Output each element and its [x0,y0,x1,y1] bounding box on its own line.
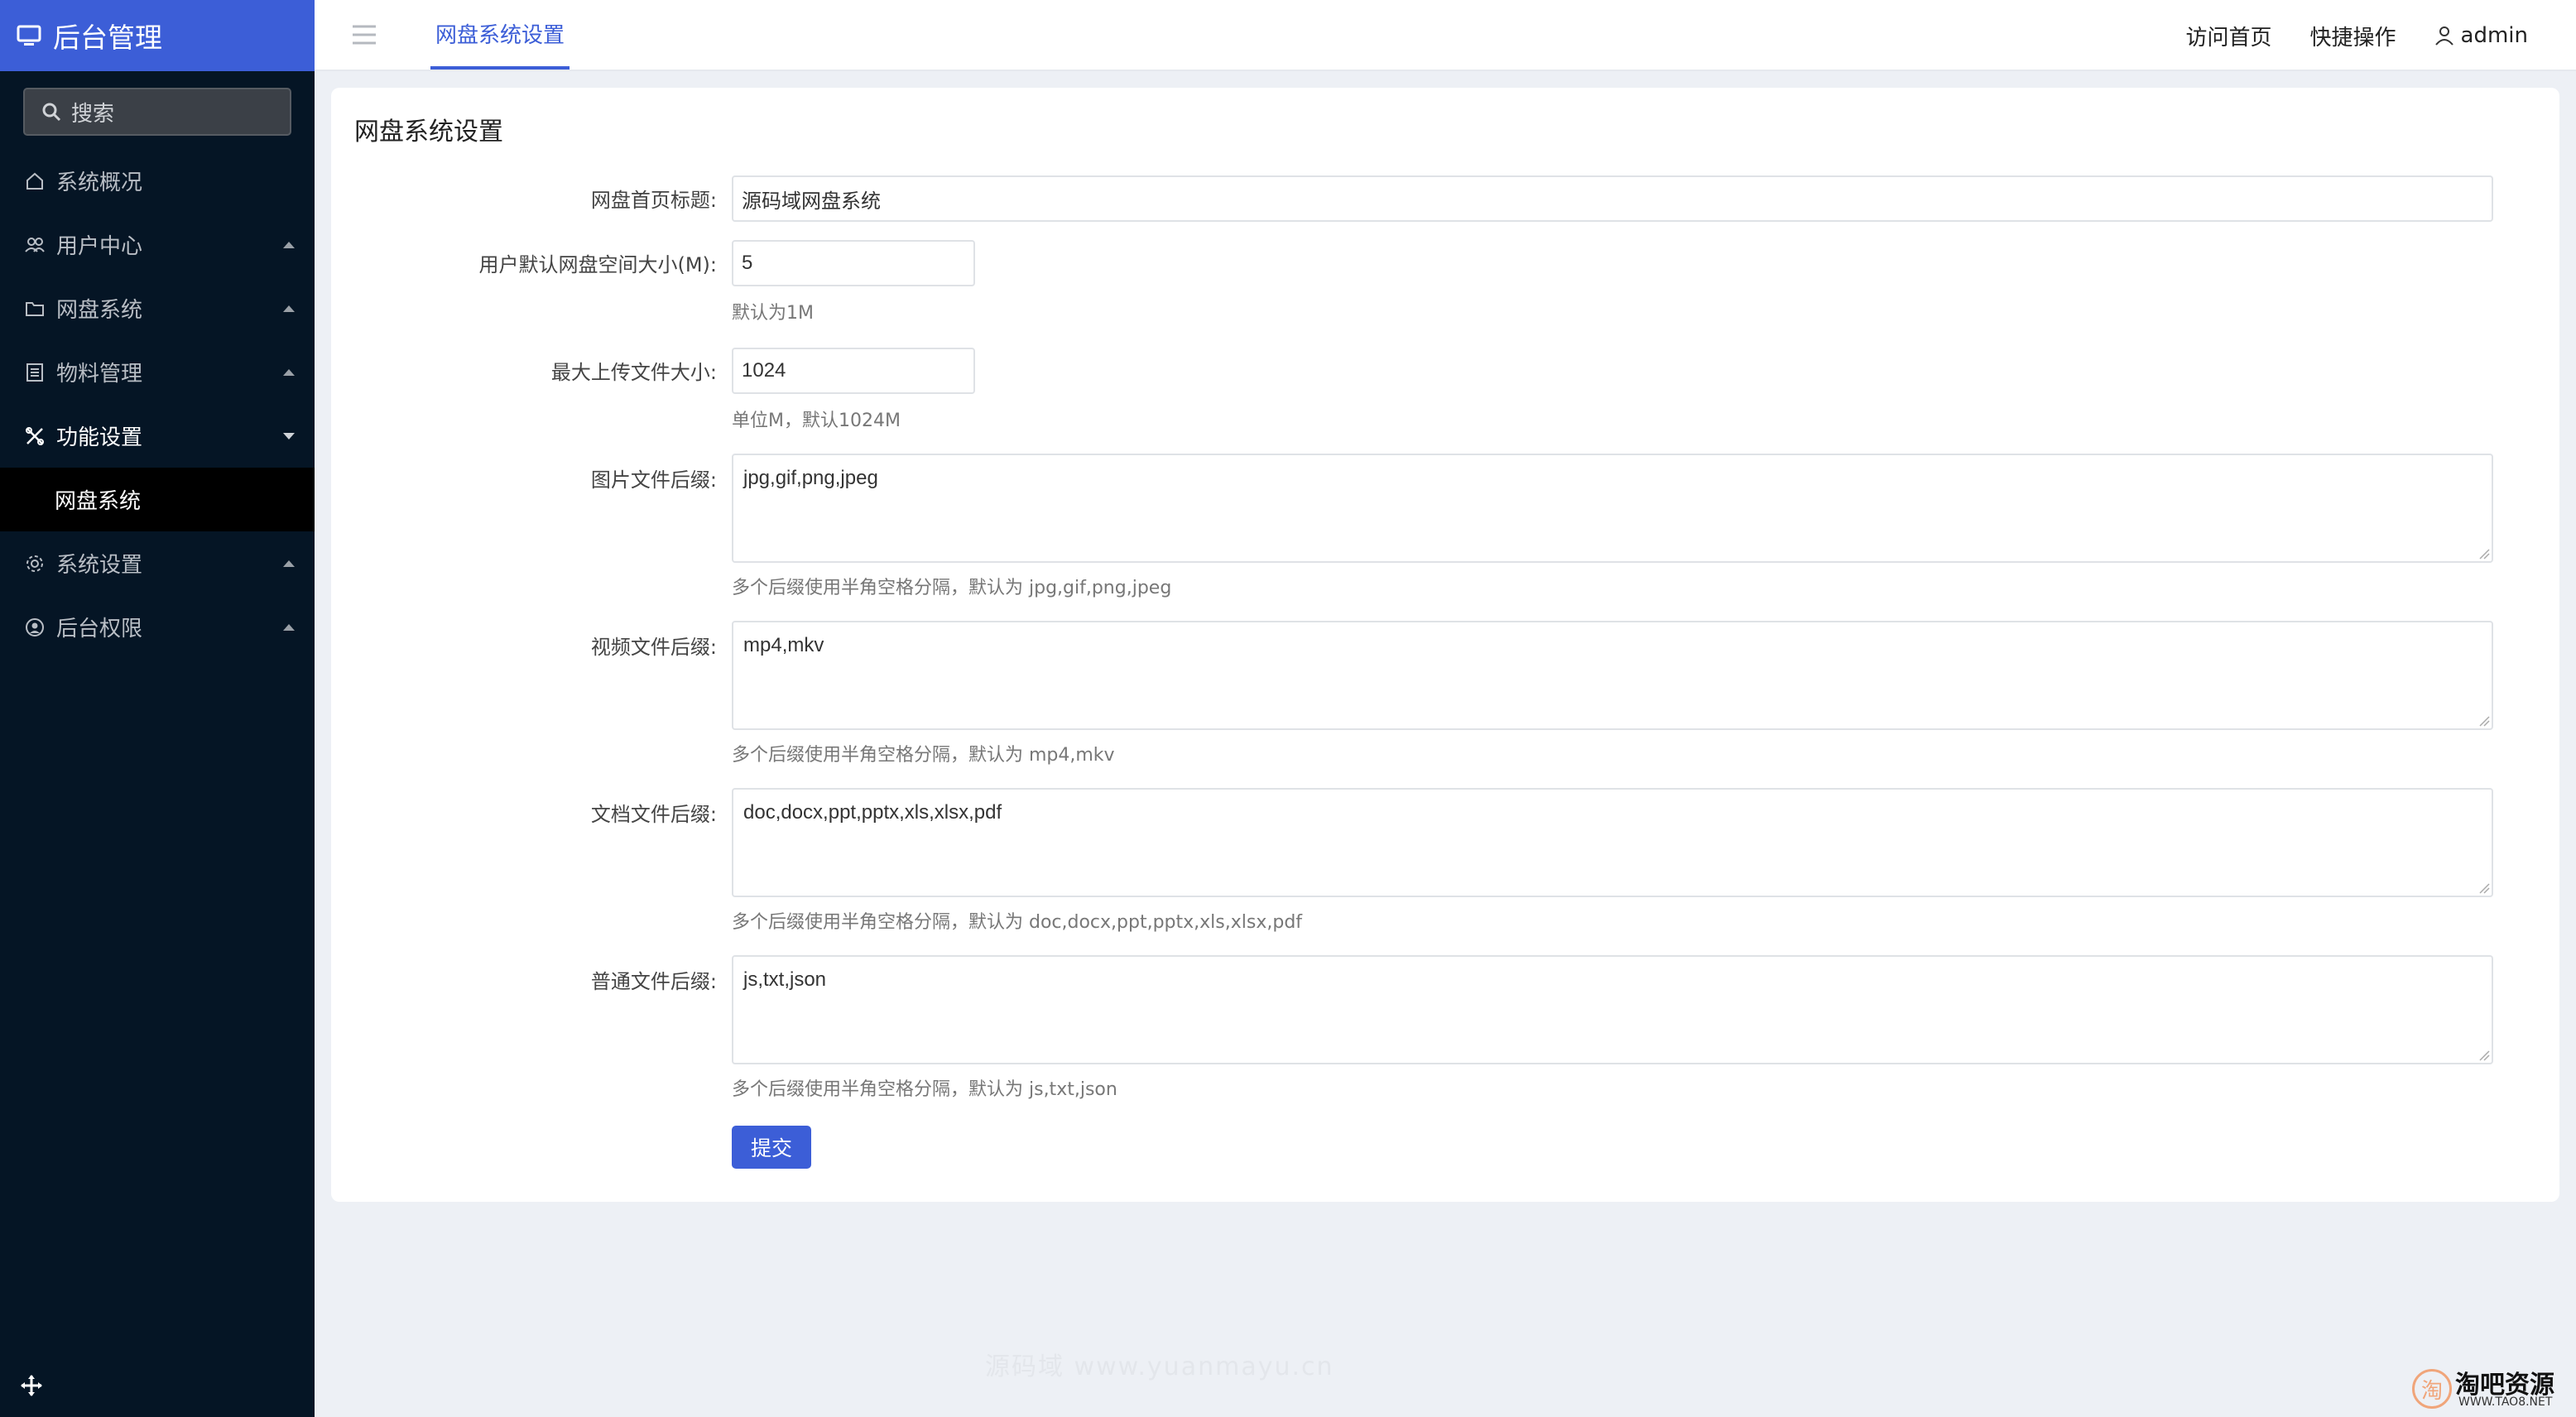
sidebar-menu: 系统概况 用户中心 网盘系统 物料管理 功能设置 网盘系统 系统设置 后台权限 [0,149,315,659]
home-icon [23,170,46,193]
sidebar-item-label: 网盘系统 [56,298,143,323]
resize-grip-icon[interactable] [2478,1050,2490,1061]
watermark: 源码域 www.yuanmayu.cn [985,1352,1334,1381]
visit-home-link[interactable]: 访问首页 [2186,21,2272,51]
video-ext-label: 视频文件后缀: [590,636,717,659]
resize-grip-icon[interactable] [2478,548,2490,560]
brand-title: 后台管理 [53,22,162,54]
sidebar-item-label: 系统设置 [56,553,143,578]
resize-grip-icon[interactable] [2478,882,2490,894]
image-ext-value: jpg,gif,png,jpeg [743,467,878,489]
logo-url: WWW.TAO8.NET [2458,1395,2553,1409]
common-ext-textarea[interactable]: js,txt,json [732,955,2493,1064]
user-menu[interactable]: admin [2434,23,2528,48]
image-ext-hint: 多个后缀使用半角空格分隔，默认为 jpg,gif,png,jpeg [732,578,1172,598]
chevron-down-icon [283,432,295,440]
logo-seal: 淘 [2412,1369,2452,1409]
sidebar-item-netdisk[interactable]: 网盘系统 [0,276,315,340]
menu-toggle-icon[interactable] [351,23,377,50]
image-ext-textarea[interactable]: jpg,gif,png,jpeg [732,454,2493,563]
sidebar-item-overview[interactable]: 系统概况 [0,149,315,213]
search-placeholder: 搜索 [71,101,115,127]
max-upload-input[interactable]: 1024 [732,348,975,394]
chevron-up-icon [283,368,295,376]
user-circle-icon [23,616,46,639]
submit-button[interactable]: 提交 [732,1126,811,1169]
topbar-actions: 访问首页 快捷操作 admin [2186,0,2529,71]
brand-header[interactable]: 后台管理 [0,0,315,71]
sidebar-subitem-label: 网盘系统 [55,489,142,514]
image-ext-label: 图片文件后缀: [590,468,717,492]
move-icon[interactable] [20,1374,43,1400]
chevron-up-icon [283,241,295,248]
chevron-up-icon [283,305,295,312]
doc-ext-hint: 多个后缀使用半角空格分隔，默认为 doc,docx,ppt,pptx,xls,x… [732,912,1303,933]
folder-icon [23,297,46,320]
gear-icon [23,552,46,575]
chevron-up-icon [283,560,295,567]
chevron-up-icon [283,623,295,631]
max-upload-label: 最大上传文件大小: [550,361,717,384]
doc-ext-label: 文档文件后缀: [590,803,717,826]
corner-logo: 淘 淘吧资源 WWW.TAO8.NET [2405,1362,2571,1415]
default-space-label: 用户默认网盘空间大小(M): [478,253,717,276]
search-icon [42,103,61,122]
user-icon [2434,26,2453,46]
sidebar-item-label: 物料管理 [56,362,143,387]
sidebar-subitem-netdisk[interactable]: 网盘系统 [0,468,315,531]
video-ext-hint: 多个后缀使用半角空格分隔，默认为 mp4,mkv [732,745,1115,766]
sidebar-item-label: 后台权限 [56,617,143,641]
page-title: 网盘系统设置 [354,118,503,147]
site-title-label: 网盘首页标题: [590,189,717,212]
max-upload-hint: 单位M，默认1024M [732,411,901,431]
default-space-hint: 默认为1M [732,303,814,324]
doc-ext-value: doc,docx,ppt,pptx,xls,xlsx,pdf [743,801,1002,824]
list-icon [23,361,46,384]
sidebar-item-materials[interactable]: 物料管理 [0,340,315,404]
default-space-input[interactable]: 5 [732,240,975,286]
common-ext-label: 普通文件后缀: [590,970,717,993]
sidebar-search[interactable]: 搜索 [23,88,291,136]
monitor-icon [17,23,41,48]
sidebar-item-system[interactable]: 系统设置 [0,531,315,595]
video-ext-value: mp4,mkv [743,634,824,656]
video-ext-textarea[interactable]: mp4,mkv [732,621,2493,730]
sidebar-item-features[interactable]: 功能设置 [0,404,315,468]
sidebar-item-permissions[interactable]: 后台权限 [0,595,315,659]
common-ext-value: js,txt,json [743,968,827,991]
settings-card: 网盘系统设置 网盘首页标题: 源码域网盘系统 用户默认网盘空间大小(M): 5 … [331,88,2559,1202]
topbar: 网盘系统设置 访问首页 快捷操作 admin [315,0,2576,71]
tools-icon [23,425,46,448]
users-icon [23,233,46,257]
sidebar: 后台管理 搜索 系统概况 用户中心 网盘系统 物料管理 功能设置 网盘系统 系统… [0,0,315,1417]
tab-netdisk-settings[interactable]: 网盘系统设置 [430,0,570,70]
common-ext-hint: 多个后缀使用半角空格分隔，默认为 js,txt,json [732,1079,1117,1100]
site-title-input[interactable]: 源码域网盘系统 [732,175,2493,222]
username: admin [2460,23,2528,48]
quick-actions-link[interactable]: 快捷操作 [2310,21,2396,51]
sidebar-item-label: 系统概况 [56,171,143,195]
sidebar-item-label: 功能设置 [56,425,143,450]
sidebar-item-users[interactable]: 用户中心 [0,213,315,276]
doc-ext-textarea[interactable]: doc,docx,ppt,pptx,xls,xlsx,pdf [732,788,2493,897]
sidebar-item-label: 用户中心 [56,234,143,259]
resize-grip-icon[interactable] [2478,715,2490,727]
